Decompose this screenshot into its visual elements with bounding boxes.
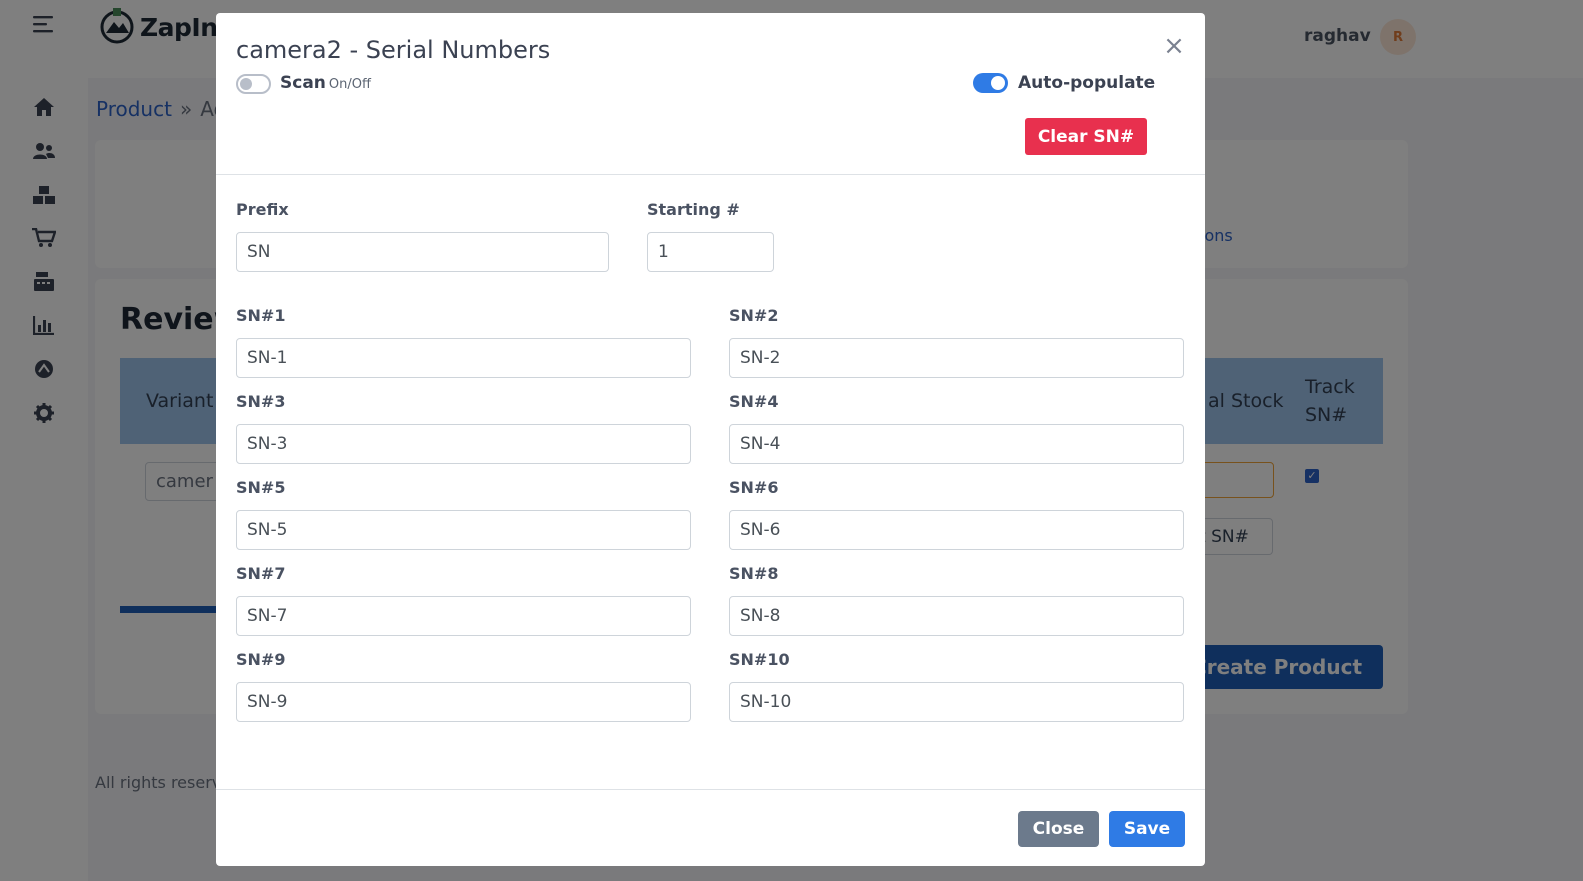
header-divider xyxy=(216,174,1205,175)
scan-label-sub: On/Off xyxy=(328,77,371,92)
scan-label-text: Scan xyxy=(280,73,326,93)
sn-input[interactable] xyxy=(729,424,1184,464)
sn-input[interactable] xyxy=(729,682,1184,722)
sn-input[interactable] xyxy=(236,596,691,636)
prefix-input[interactable] xyxy=(236,232,609,272)
auto-populate-toggle[interactable] xyxy=(973,73,1008,93)
clear-sn-button[interactable]: Clear SN# xyxy=(1025,118,1147,155)
prefix-label: Prefix xyxy=(236,200,289,219)
scan-label: Scan On/Off xyxy=(280,73,371,93)
sn-input[interactable] xyxy=(729,338,1184,378)
sn-input[interactable] xyxy=(236,682,691,722)
sn-label: SN#10 xyxy=(729,650,790,669)
close-icon[interactable]: × xyxy=(1162,33,1186,59)
close-button[interactable]: Close xyxy=(1018,811,1099,847)
sn-input[interactable] xyxy=(236,510,691,550)
sn-label: SN#8 xyxy=(729,564,779,583)
sn-label: SN#6 xyxy=(729,478,779,497)
sn-input[interactable] xyxy=(236,338,691,378)
starting-number-input[interactable] xyxy=(647,232,774,272)
sn-label: SN#7 xyxy=(236,564,286,583)
auto-populate-label: Auto-populate xyxy=(1018,73,1156,93)
serial-numbers-modal: camera2 - Serial Numbers × Scan On/Off Au… xyxy=(216,13,1205,866)
sn-label: SN#1 xyxy=(236,306,286,325)
starting-number-label: Starting # xyxy=(647,200,740,219)
sn-label: SN#2 xyxy=(729,306,779,325)
sn-label: SN#4 xyxy=(729,392,779,411)
modal-title: camera2 - Serial Numbers xyxy=(236,36,551,64)
sn-input[interactable] xyxy=(236,424,691,464)
footer-divider xyxy=(216,789,1205,790)
sn-label: SN#9 xyxy=(236,650,286,669)
scan-toggle[interactable] xyxy=(236,74,271,94)
sn-label: SN#5 xyxy=(236,478,286,497)
sn-input[interactable] xyxy=(729,596,1184,636)
sn-label: SN#3 xyxy=(236,392,286,411)
save-button[interactable]: Save xyxy=(1109,811,1185,847)
sn-input[interactable] xyxy=(729,510,1184,550)
